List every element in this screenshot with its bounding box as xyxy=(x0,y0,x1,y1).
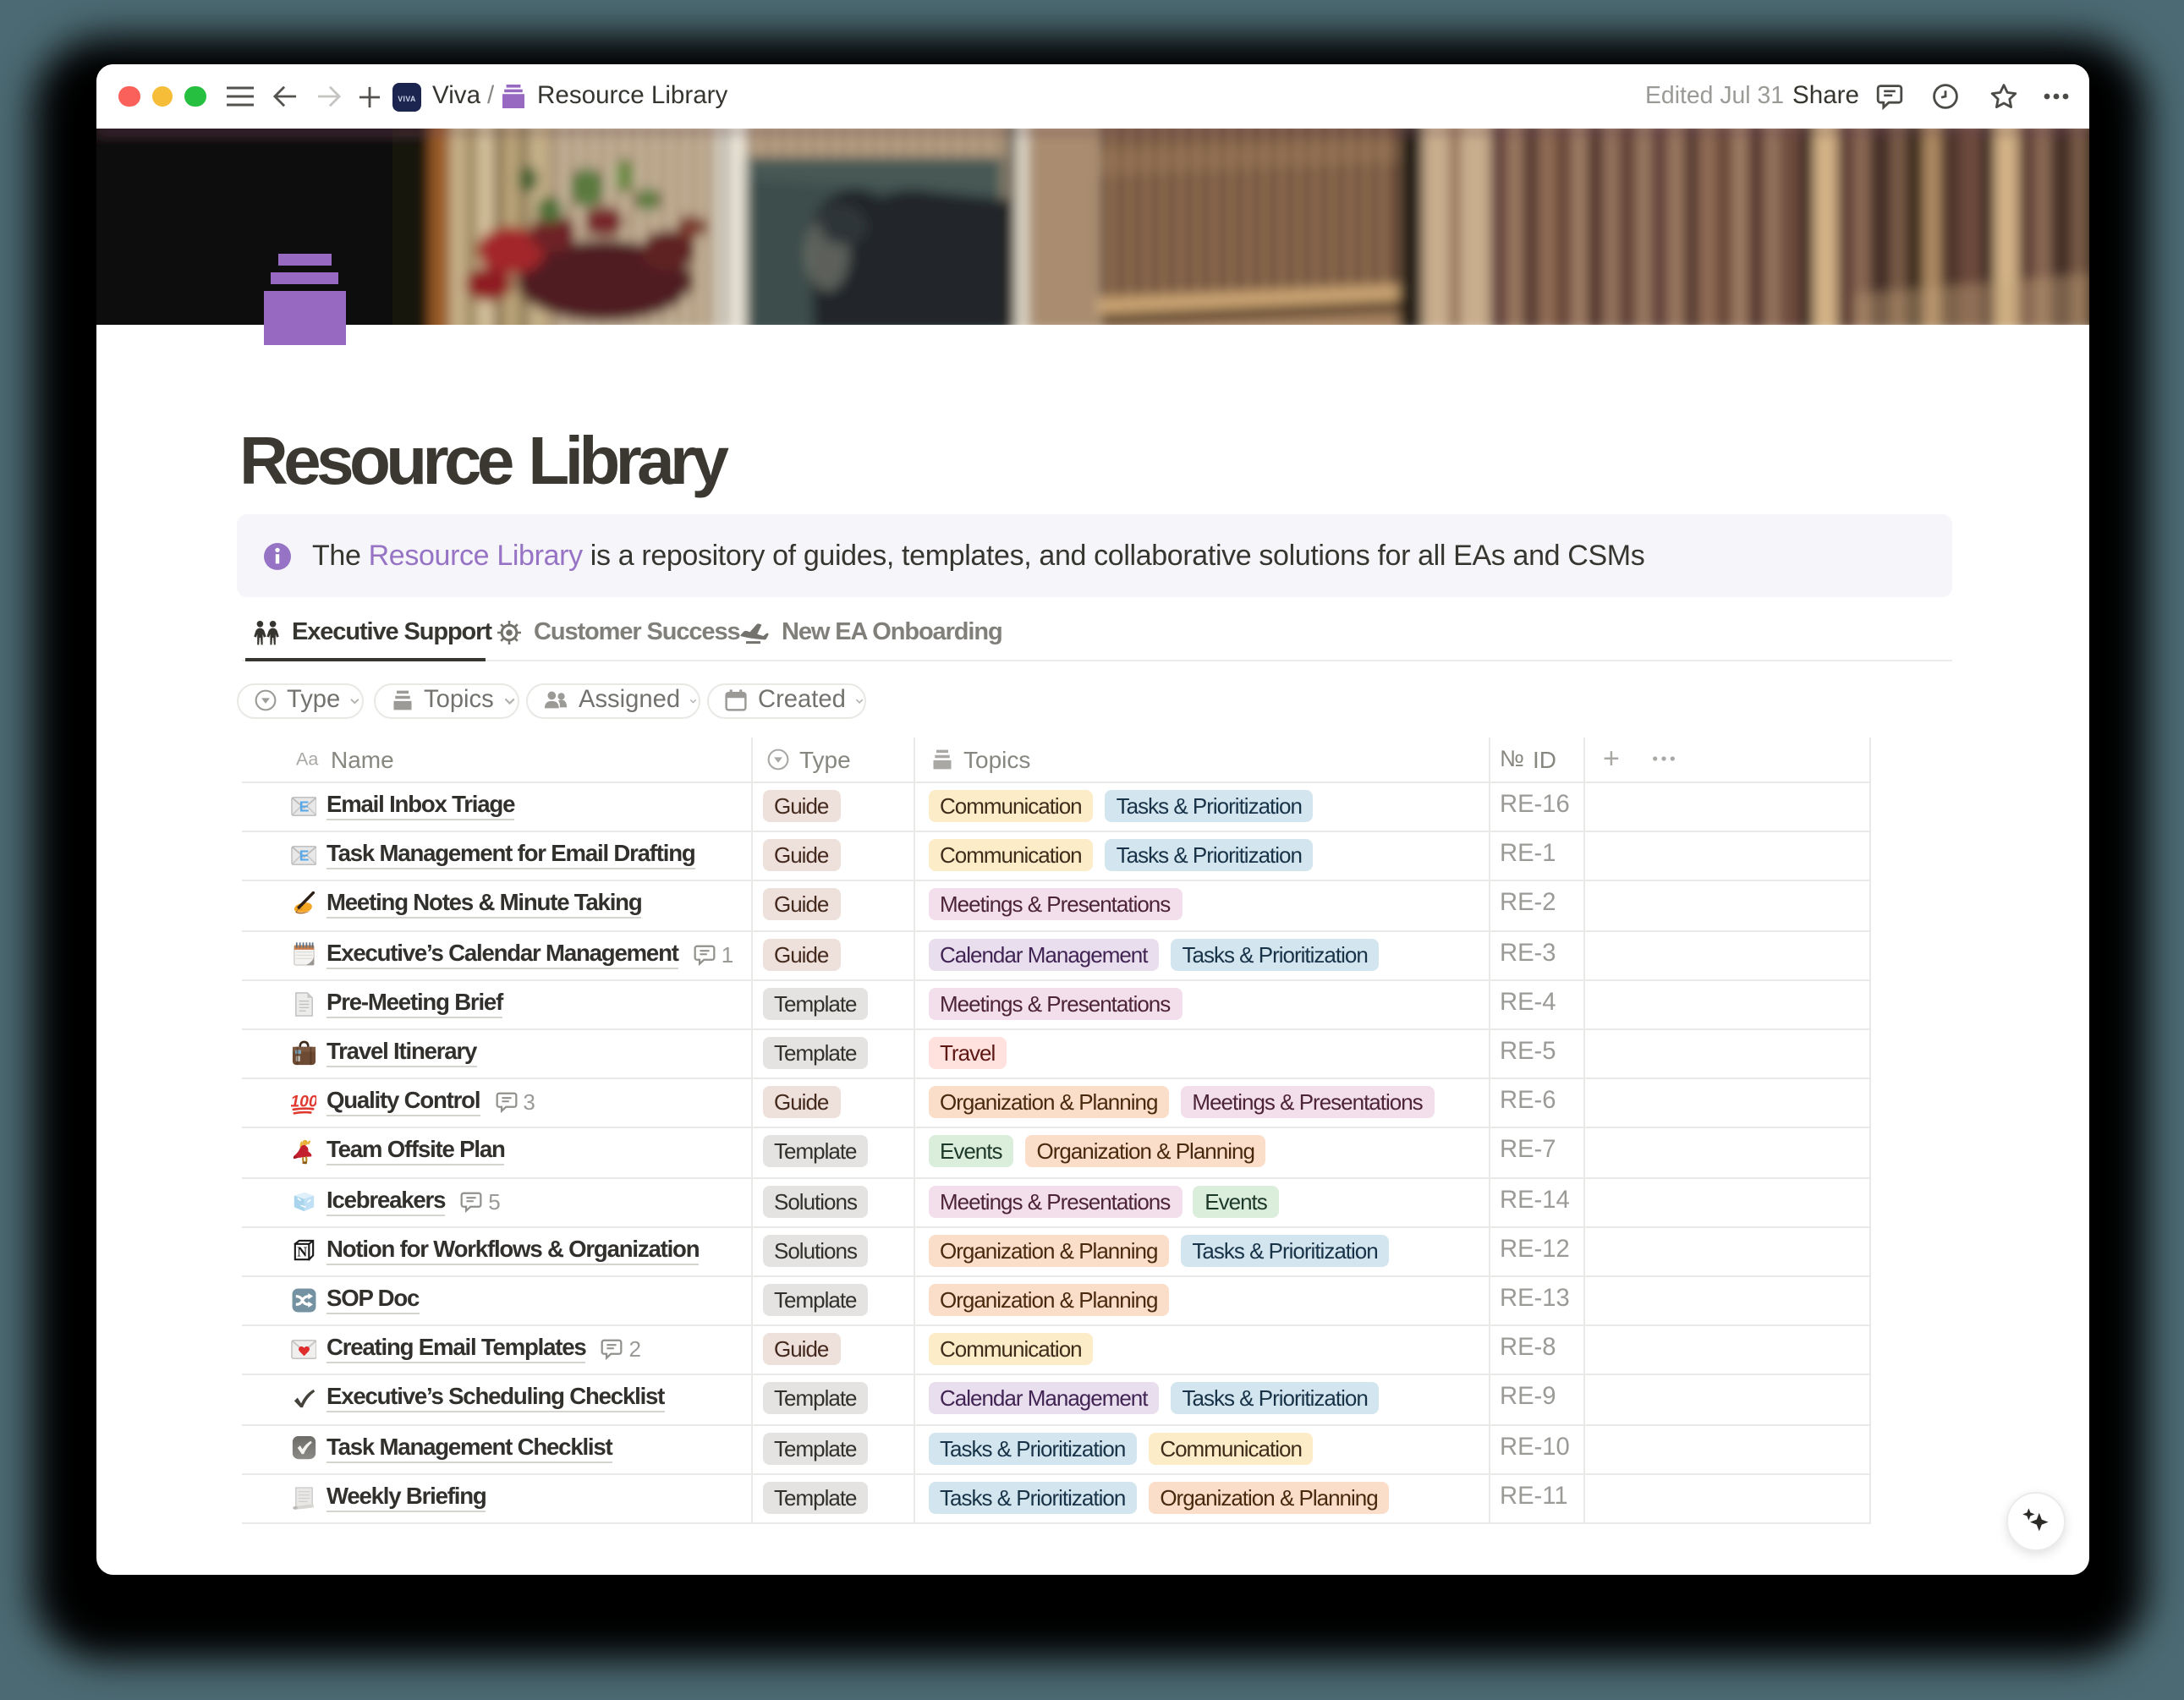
svg-text:Aa: Aa xyxy=(295,749,317,770)
svg-text:N: N xyxy=(296,1243,306,1259)
svg-text:E: E xyxy=(299,798,309,814)
svg-text:E: E xyxy=(299,847,309,864)
svg-text:VIVA: VIVA xyxy=(398,94,416,102)
